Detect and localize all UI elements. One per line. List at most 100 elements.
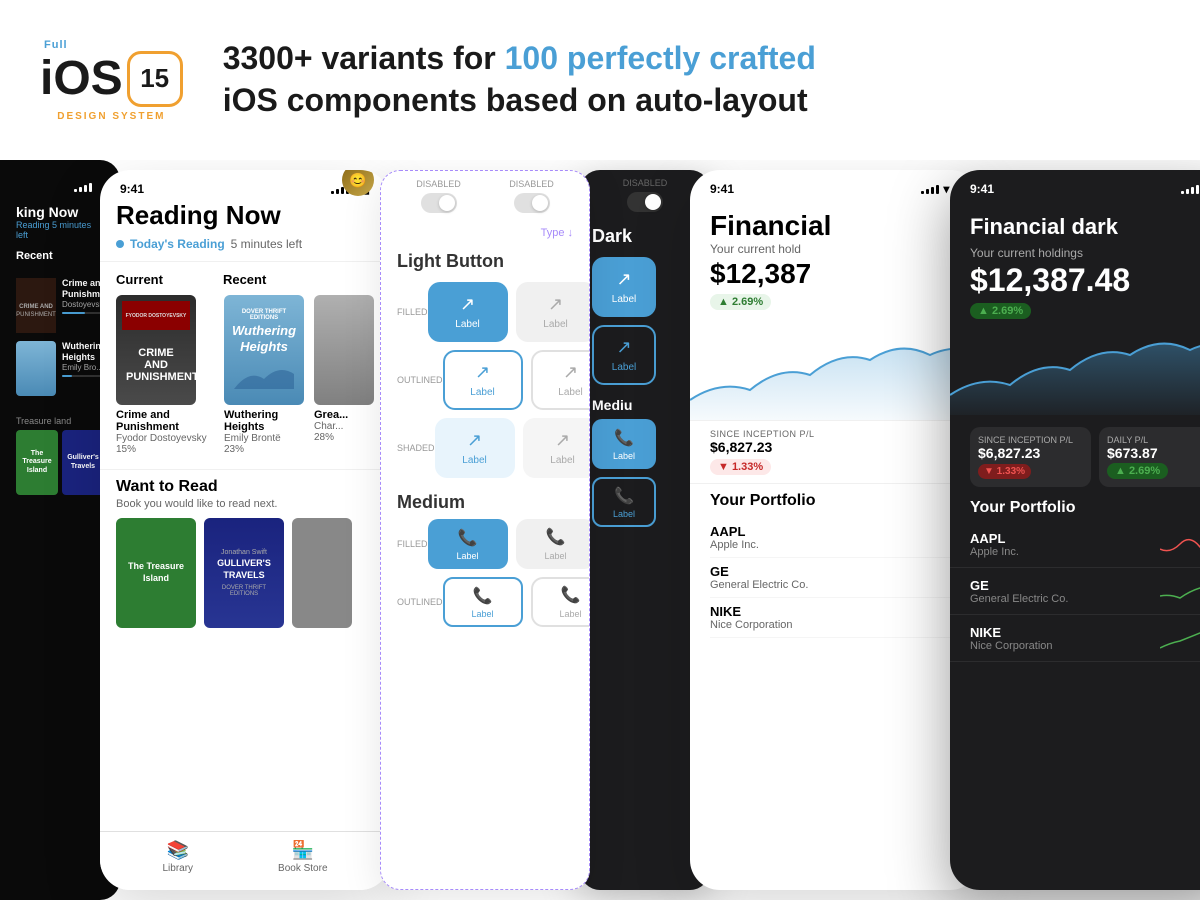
dark-btn-medium-1[interactable]: 📞 Label xyxy=(592,419,656,469)
logo-version: 15 xyxy=(127,51,183,107)
stock-company-ge: General Electric Co. xyxy=(710,579,808,591)
dark-book-item-1: CRIME AND PUNISHMENT Crime and Punishmen… xyxy=(16,278,104,333)
dark-toggle[interactable] xyxy=(627,192,663,212)
dark-disabled-label: DISABLED xyxy=(623,178,668,212)
financial-wifi-icon: ▾ xyxy=(943,182,949,196)
cover-treasure: The Treasure Island xyxy=(116,518,196,628)
medium-filled-label: FILLED xyxy=(397,539,428,549)
cover-extra xyxy=(292,518,352,628)
headline-highlight: 100 perfectly crafted xyxy=(505,40,816,76)
financial-signal-icon xyxy=(921,184,939,194)
dark-stock-info-aapl: AAPL Apple Inc. xyxy=(970,531,1019,558)
btn-shaded-disabled: ↗ Label xyxy=(523,418,590,478)
outlined-row-container: OUTLINED ↗ Label ↗ Label xyxy=(381,350,589,418)
disabled-toggles-row: DISABLED DISABLED xyxy=(381,171,589,221)
btn-medium-filled-active[interactable]: 📞 Label xyxy=(428,519,508,569)
type-row: Type ↓ xyxy=(381,221,589,245)
dark-btn-outlined-1[interactable]: ↗ Label xyxy=(592,325,656,385)
logo-design-system: DESIGN SYSTEM xyxy=(57,111,165,122)
btn-medium-outlined-label: Label xyxy=(472,609,494,619)
gulliver-author-text: Jonathan Swift xyxy=(221,549,267,556)
wuthering-hills-illustration xyxy=(234,359,294,389)
dark-book-list: CRIME AND PUNISHMENT Crime and Punishmen… xyxy=(16,278,104,396)
toggle-1[interactable] xyxy=(421,193,457,213)
wuthering-edition-text: DOVER THRIFT EDITIONS xyxy=(228,309,300,321)
wuthering-progress: 23% xyxy=(224,444,304,455)
dark-portfolio-header: Your Portfolio ? xyxy=(950,495,1200,521)
treasure-land-label: Treasure land xyxy=(16,416,104,426)
today-reading-row: Today's Reading 5 minutes left xyxy=(116,237,302,251)
books-section: Current Recent FYODOR DOSTOYEVSKY CRIME … xyxy=(100,262,390,469)
dark-financial-status-bar: 9:41 ▾ ▮ xyxy=(950,170,1200,200)
stock-row-ge: GE General Electric Co. xyxy=(710,558,960,598)
want-books-row: The Treasure Island Jonathan Swift GULLI… xyxy=(116,518,374,628)
logo-ios-text: iOS xyxy=(40,55,123,103)
financial-time: 9:41 xyxy=(710,182,734,196)
dark-book-thumb-2 xyxy=(16,341,56,396)
inception-stat: SINCE INCEPTION P/L $6,827.23 ▼ 1.33% xyxy=(710,429,960,475)
dark-holdings-value: $12,387.48 xyxy=(950,260,1200,301)
book-item-wuthering: DOVER THRIFT EDITIONS Wuthering Heights … xyxy=(224,295,304,455)
btn-shaded-active[interactable]: ↗ Label xyxy=(435,418,515,478)
medium-outlined-row: OUTLINED 📞 Label 📞 Label xyxy=(381,577,589,635)
dark-financial-chart xyxy=(950,325,1200,415)
dark-left-status-icons xyxy=(74,182,92,192)
dark-btn-medium-outlined[interactable]: 📞 Label xyxy=(592,477,656,527)
dark-daily-badge: ▲ 2.69% xyxy=(1107,463,1168,479)
aapl-sparkline xyxy=(1160,529,1200,559)
dark-reading-sub: Reading 5 minutes left xyxy=(16,220,104,240)
share-icon-outlined-disabled: ↗ xyxy=(563,362,578,383)
stock-name-nike: NIKE xyxy=(710,604,793,619)
crime-cover-title: CRIME AND PUNISHMENT xyxy=(126,347,186,383)
dark-stock-name-aapl: AAPL xyxy=(970,531,1019,546)
bottom-nav[interactable]: 📚 Library 🏪 Book Store xyxy=(100,831,390,890)
medium-filled-row: FILLED 📞 Label 📞 Label xyxy=(381,519,589,577)
nav-bookstore[interactable]: 🏪 Book Store xyxy=(278,840,327,874)
stock-info-aapl: AAPL Apple Inc. xyxy=(710,524,759,551)
nav-library[interactable]: 📚 Library xyxy=(162,840,193,874)
reading-time: 9:41 xyxy=(120,182,144,196)
wuthering-author: Emily Brontë xyxy=(224,433,304,444)
toggle-2[interactable] xyxy=(514,193,550,213)
treasure-book-title-1: The Treasure Island xyxy=(20,450,54,475)
bookstore-label: Book Store xyxy=(278,863,327,874)
disabled-label-1: DISABLED xyxy=(416,179,461,213)
recent-label: Recent xyxy=(223,272,266,287)
library-icon: 📚 xyxy=(167,840,189,861)
share-icon-filled: ↗ xyxy=(460,294,475,315)
today-label: Today's Reading xyxy=(130,237,225,251)
components-panel: DISABLED DISABLED Type ↓ Light Button FI… xyxy=(380,170,590,890)
dark-stock-info-ge: GE General Electric Co. xyxy=(970,578,1068,605)
dark-progress-fill-1 xyxy=(62,312,85,314)
dark-inception-badge: ▼ 1.33% xyxy=(978,464,1031,479)
stock-company-nike: Nice Corporation xyxy=(710,619,793,631)
time-left-label: 5 minutes left xyxy=(231,237,302,251)
book-info-extra: Grea... Char... 28% xyxy=(314,409,374,443)
medium-outlined-buttons: 📞 Label 📞 Label xyxy=(443,577,590,627)
treasure-book-title-2: Gulliver's Travels xyxy=(66,454,100,471)
btn-medium-outlined-active[interactable]: 📞 Label xyxy=(443,577,523,627)
dark-stats-row: SINCE INCEPTION P/L $6,827.23 ▼ 1.33% DA… xyxy=(950,419,1200,495)
btn-filled-disabled: ↗ Label xyxy=(516,282,590,342)
stats-row: SINCE INCEPTION P/L $6,827.23 ▼ 1.33% xyxy=(690,420,980,484)
dark-recent-label: Recent xyxy=(16,250,104,262)
dark-financial-status-icons: ▾ ▮ xyxy=(1181,182,1200,196)
dark-btn-filled-1[interactable]: ↗ Label xyxy=(592,257,656,317)
treasure-book-2: Gulliver's Travels xyxy=(62,430,104,495)
btn-filled-active[interactable]: ↗ Label xyxy=(428,282,508,342)
phone-icon-medium-outlined-disabled: 📞 xyxy=(561,585,581,605)
holdings-value: $12,387 xyxy=(710,258,960,290)
dark-chart-area xyxy=(950,325,1200,415)
extra-name: Grea... xyxy=(314,409,374,421)
share-icon-outlined: ↗ xyxy=(475,362,490,383)
filled-row-container: FILLED ↗ Label ↗ Label xyxy=(381,282,589,350)
crime-name: Crime and Punishment xyxy=(116,409,214,433)
want-book-gulliver: Jonathan Swift GULLIVER'S TRAVELS DOVER … xyxy=(204,518,284,628)
dark-stock-company-aapl: Apple Inc. xyxy=(970,546,1019,558)
btn-outlined-active[interactable]: ↗ Label xyxy=(443,350,523,410)
crime-progress: 15% xyxy=(116,444,214,455)
btn-label-filled: Label xyxy=(455,319,479,330)
dark-stock-row-aapl: AAPL Apple Inc. xyxy=(950,521,1200,568)
bookstore-icon: 🏪 xyxy=(292,840,314,861)
disabled-text-1: DISABLED xyxy=(416,179,461,189)
